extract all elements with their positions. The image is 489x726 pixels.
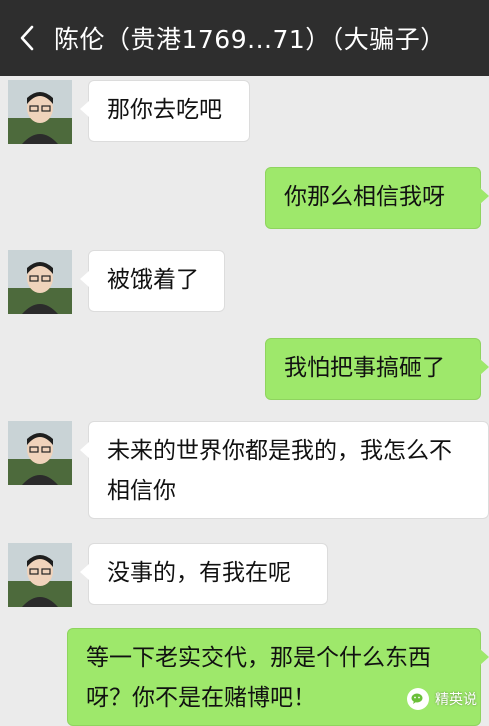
chevron-left-icon bbox=[20, 25, 34, 51]
chat-header: 陈伦（贵港1769...71）（大骗子） bbox=[0, 0, 489, 76]
avatar[interactable] bbox=[8, 250, 72, 314]
avatar[interactable] bbox=[8, 543, 72, 607]
chat-title: 陈伦（贵港1769...71）（大骗子） bbox=[54, 25, 446, 54]
watermark: 精英说 bbox=[407, 688, 477, 710]
message-text: 你那么相信我呀 bbox=[284, 184, 445, 210]
message-bubble[interactable]: 你那么相信我呀 bbox=[265, 167, 489, 229]
wechat-official-account-icon bbox=[407, 688, 429, 710]
message-bubble[interactable]: 等一下老实交代，那是个什么东西呀？你不是在赌博吧！ bbox=[67, 628, 489, 726]
message-bubble[interactable]: 没事的，有我在呢 bbox=[80, 543, 328, 605]
message-bubble[interactable]: 那你去吃吧 bbox=[80, 80, 250, 142]
message-bubble[interactable]: 未来的世界你都是我的，我怎么不相信你 bbox=[80, 421, 489, 519]
message-bubble[interactable]: 被饿着了 bbox=[80, 250, 225, 312]
message-text: 未来的世界你都是我的，我怎么不相信你 bbox=[107, 438, 452, 504]
back-button[interactable] bbox=[0, 0, 54, 76]
avatar[interactable] bbox=[8, 80, 72, 144]
message-text: 那你去吃吧 bbox=[107, 97, 222, 123]
watermark-text: 精英说 bbox=[435, 692, 477, 708]
message-bubble[interactable]: 我怕把事搞砸了 bbox=[265, 338, 489, 400]
message-text: 我怕把事搞砸了 bbox=[284, 355, 445, 381]
message-text: 没事的，有我在呢 bbox=[107, 560, 291, 586]
avatar[interactable] bbox=[8, 421, 72, 485]
message-text: 等一下老实交代，那是个什么东西呀？你不是在赌博吧！ bbox=[86, 645, 431, 711]
message-text: 被饿着了 bbox=[107, 267, 199, 293]
